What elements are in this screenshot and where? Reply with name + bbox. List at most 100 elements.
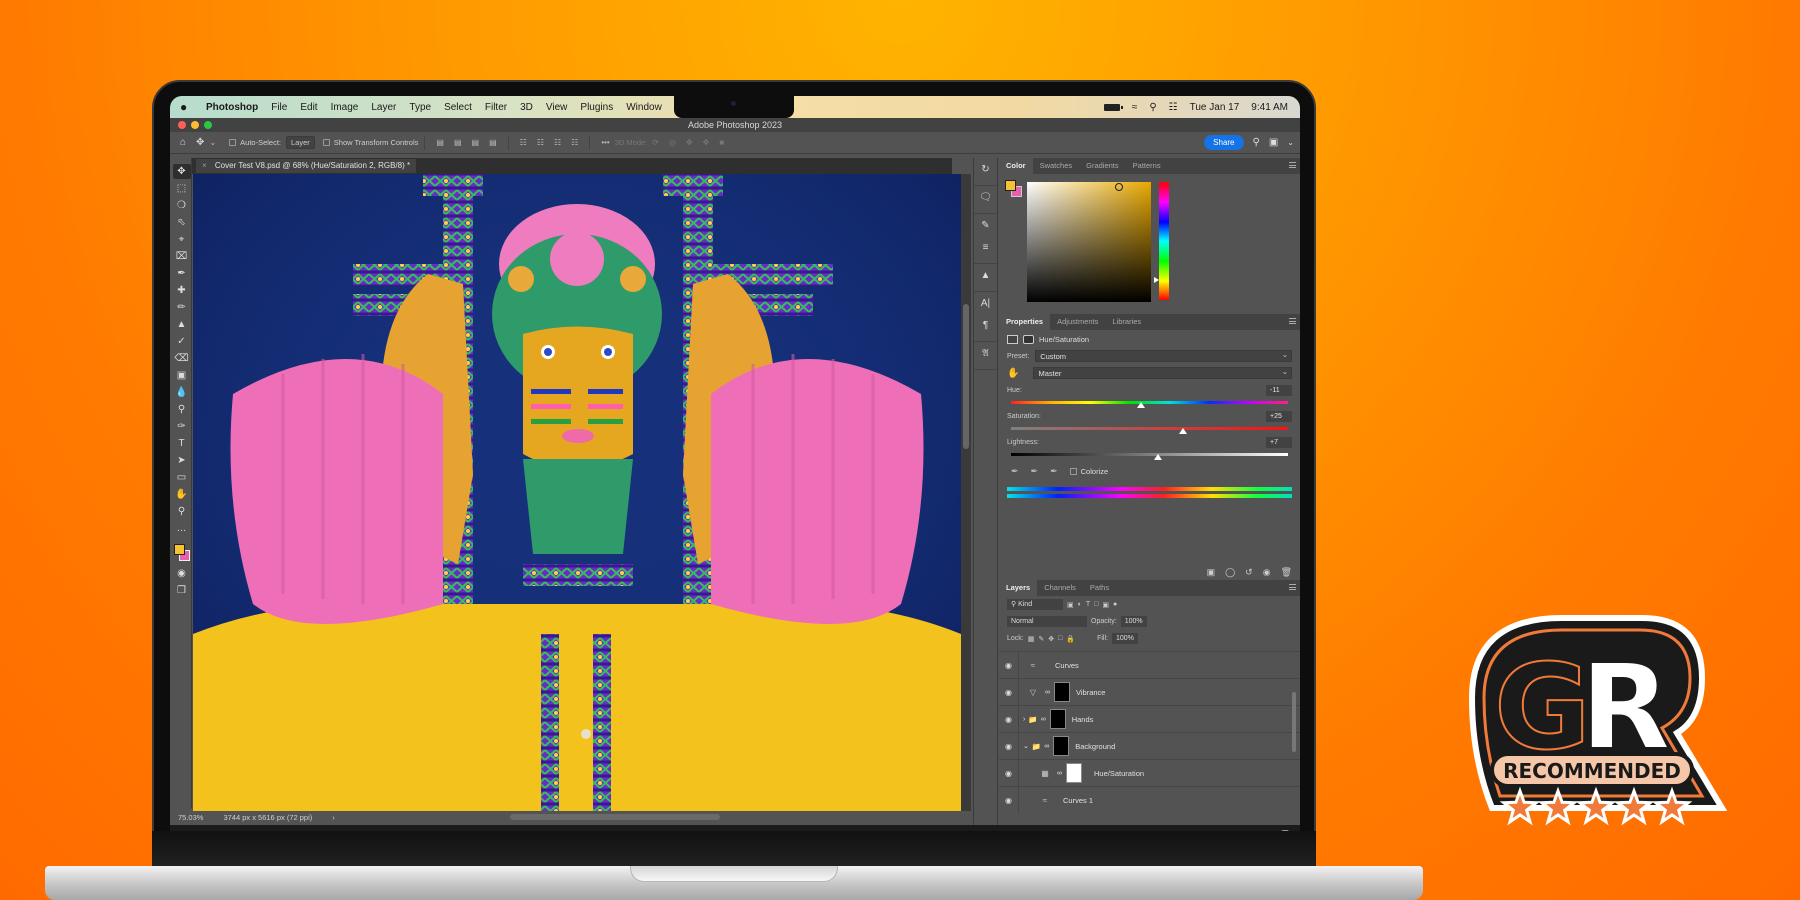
rectangle-tool-icon[interactable]: ▭ [173,470,191,485]
align-top-icon[interactable]: ☷ [520,138,527,147]
lock-image-icon[interactable]: ✎ [1038,635,1044,643]
filter-pixel-icon[interactable]: ▣ [1067,601,1074,609]
layer-visibility-eye-icon[interactable]: ◉ [999,651,1019,679]
color-swatches[interactable] [173,542,191,564]
filter-shape-icon[interactable]: □ [1094,601,1098,608]
hue-slider-handle[interactable] [1154,277,1159,283]
lock-all-icon[interactable]: 🔒 [1066,635,1075,643]
battery-icon[interactable] [1103,103,1123,111]
layer-name[interactable]: Hue/Saturation [1094,769,1144,778]
blend-mode-dropdown[interactable]: Normal [1007,616,1087,627]
menu-date[interactable]: Tue Jan 17 [1190,102,1240,113]
transform-controls-checkbox[interactable] [322,139,330,146]
preset-dropdown[interactable]: Custom [1035,349,1292,362]
blur-tool-icon[interactable]: 💧 [173,385,191,400]
hue-slider[interactable] [1011,398,1288,408]
status-expand-icon[interactable]: › [332,811,335,825]
layer-visibility-eye-icon[interactable]: ◉ [999,759,1019,787]
menu-file[interactable]: File [271,102,287,113]
tab-patterns[interactable]: Patterns [1126,158,1168,174]
delete-icon[interactable]: 🗑 [1281,567,1292,578]
scrollbar-thumb[interactable] [963,304,969,449]
layer-mask-thumbnail[interactable] [1049,709,1066,729]
brush-settings-icon[interactable]: ✎ [975,220,997,236]
color-picker-field[interactable] [1027,182,1151,302]
type-tool-icon[interactable]: T [173,436,191,451]
screen-mode-icon[interactable]: ❐ [173,583,191,598]
eyedropper-add-icon[interactable]: ✒ [1031,466,1039,477]
chevron-right-icon[interactable]: › [1023,716,1025,723]
filter-type-icon[interactable]: T [1086,601,1090,608]
tab-channels[interactable]: Channels [1037,580,1083,596]
color-picker-ring[interactable] [1115,183,1123,191]
close-window-button[interactable] [178,121,186,129]
align-middle-icon[interactable]: ☷ [537,138,544,147]
panel-menu-icon[interactable] [1289,584,1296,590]
marquee-tool-icon[interactable]: ⬚ [173,181,191,196]
move-tool-icon[interactable]: ✥ [172,164,191,179]
control-center-icon[interactable]: ☷ [1169,102,1178,113]
object-select-tool-icon[interactable]: ⬁ [173,215,191,230]
lock-position-icon[interactable]: ✥ [1048,635,1054,643]
spotlight-search-icon[interactable]: ⚲ [1149,102,1156,113]
pen-tool-icon[interactable]: ✑ [173,419,191,434]
more-options-icon[interactable]: ••• [601,138,609,147]
reset-icon[interactable]: ↺ [1245,567,1253,578]
menu-plugins[interactable]: Plugins [580,102,613,113]
panel-menu-icon[interactable] [1289,162,1296,168]
tab-layers[interactable]: Layers [999,580,1038,596]
distribute-vertical-icon[interactable]: ☷ [571,138,578,147]
layer-filter-dropdown[interactable]: ⚲ Kind [1007,599,1063,610]
auto-select-dropdown[interactable]: Layer [286,136,315,149]
menu-layer[interactable]: Layer [371,102,396,113]
tab-adjustments[interactable]: Adjustments [1050,314,1105,330]
menu-edit[interactable]: Edit [300,102,317,113]
chevron-down-icon[interactable]: ⌄ [209,138,216,147]
menu-view[interactable]: View [546,102,568,113]
menu-image[interactable]: Image [331,102,359,113]
align-right-icon[interactable]: ▤ [472,138,480,147]
brush-tool-icon[interactable]: ✏ [173,300,191,315]
share-button[interactable]: Share [1204,135,1244,150]
layer-row[interactable]: ◉ ▽ ∞ Vibrance [999,678,1300,706]
hue-value-input[interactable]: -11 [1266,384,1292,396]
quick-mask-icon[interactable]: ◉ [173,566,191,581]
frame-tool-icon[interactable]: ⌧ [173,249,191,264]
menu-filter[interactable]: Filter [485,102,507,113]
menu-app-name[interactable]: Photoshop [206,102,258,113]
align-bottom-icon[interactable]: ☷ [554,138,561,147]
layer-row[interactable]: ◉ ≈ Curves 1 [999,786,1300,814]
saturation-slider-handle[interactable] [1178,428,1187,434]
layer-name[interactable]: Background [1075,742,1115,751]
brushes-panel-icon[interactable]: ≡ [975,242,997,258]
eyedropper-subtract-icon[interactable]: ✒ [1050,466,1058,477]
canvas-horizontal-scrollbar[interactable] [510,814,720,820]
align-center-icon[interactable]: ▤ [454,138,462,147]
fill-input[interactable]: 100% [1111,633,1138,644]
channel-dropdown[interactable]: Master [1033,366,1292,379]
hue-slider-handle[interactable] [1137,402,1146,408]
lasso-tool-icon[interactable]: ❍ [173,198,191,213]
distribute-icon[interactable]: ▤ [489,138,497,147]
layer-mask-thumbnail[interactable] [1054,682,1070,702]
comments-panel-icon[interactable]: 🗨 [975,192,997,208]
lightness-slider-handle[interactable] [1153,454,1162,460]
gradient-tool-icon[interactable]: ▣ [173,368,191,383]
saturation-value-input[interactable]: +25 [1266,410,1292,422]
crop-tool-icon[interactable]: ⌖ [173,232,191,247]
eraser-tool-icon[interactable]: ⌫ [173,351,191,366]
clip-to-layer-icon[interactable]: ▣ [1207,567,1216,578]
lightness-value-input[interactable]: +7 [1266,436,1292,448]
layer-mask-thumbnail[interactable] [1066,763,1082,783]
tab-libraries[interactable]: Libraries [1105,314,1148,330]
layer-row[interactable]: ◉ › 📁 ∞ Hands [999,705,1300,733]
layer-name[interactable]: Curves [1055,661,1079,670]
filter-smart-object-icon[interactable]: ▣ [1102,601,1109,609]
dodge-tool-icon[interactable]: ⚲ [173,402,191,417]
saturation-slider[interactable] [1011,424,1288,434]
layer-visibility-eye-icon[interactable]: ◉ [999,705,1019,733]
chevron-down-icon[interactable]: ⌄ [1287,138,1294,147]
targeted-adjustment-icon[interactable]: ✋ [1007,368,1019,379]
layer-name[interactable]: Vibrance [1076,688,1105,697]
glyphs-panel-icon[interactable]: 𝔄 [975,348,997,364]
